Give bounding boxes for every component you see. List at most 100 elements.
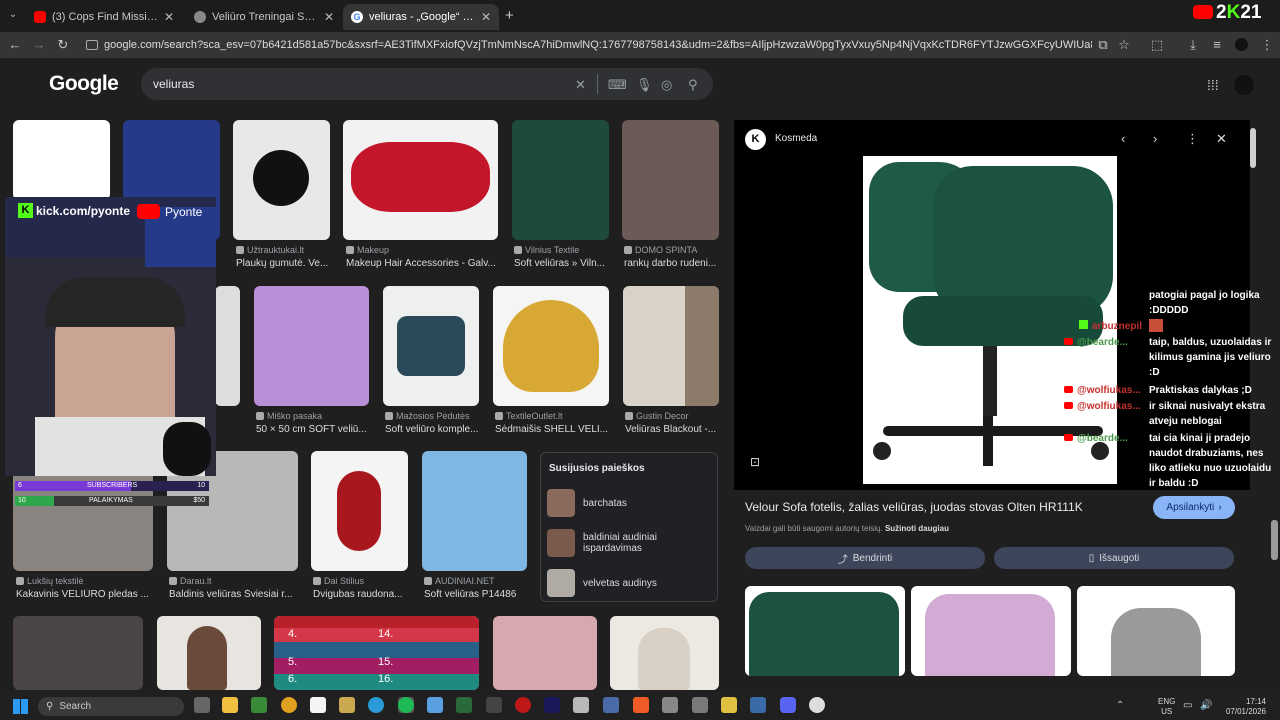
app-icon[interactable]: [603, 697, 619, 713]
discord-icon[interactable]: [780, 697, 796, 713]
microphone-icon[interactable]: 🎙: [636, 77, 653, 93]
notepad-icon[interactable]: [310, 697, 326, 713]
account-avatar[interactable]: [1234, 75, 1254, 95]
store-icon[interactable]: [251, 697, 267, 713]
media-control-icon[interactable]: ≡: [1208, 36, 1226, 54]
related-image[interactable]: [745, 586, 905, 676]
app-icon[interactable]: [692, 697, 708, 713]
windows-start-icon[interactable]: [13, 699, 28, 714]
download-icon[interactable]: ⤓: [1184, 36, 1202, 54]
bookmark-star-icon[interactable]: ☆: [1115, 36, 1133, 54]
image-result[interactable]: [493, 616, 597, 690]
more-options-icon[interactable]: ⋮: [1186, 131, 1199, 147]
reload-icon[interactable]: ↻: [54, 36, 72, 54]
related-item[interactable]: barchatas: [547, 488, 717, 518]
clock[interactable]: 17:14 07/01/2026: [1220, 697, 1266, 717]
related-item[interactable]: velvetas audinys: [547, 568, 717, 598]
result-caption[interactable]: Soft veliūro komple...: [385, 424, 480, 435]
image-result[interactable]: [13, 616, 143, 690]
app-icon[interactable]: [573, 697, 589, 713]
address-bar[interactable]: google.com/search?sca_esv=07b6421d581a57…: [82, 34, 1092, 56]
app-icon[interactable]: [427, 697, 443, 713]
forward-icon[interactable]: →: [30, 36, 48, 54]
image-result-partial[interactable]: [13, 120, 110, 200]
extensions-icon[interactable]: ⬚: [1148, 36, 1166, 54]
app-icon[interactable]: [486, 697, 502, 713]
result-caption[interactable]: rankų darbo rudeni...: [624, 258, 719, 269]
result-caption[interactable]: Soft veliūras » Viln...: [514, 258, 609, 269]
task-view-icon[interactable]: [194, 697, 210, 713]
image-result[interactable]: [254, 286, 369, 406]
app-icon[interactable]: [750, 697, 766, 713]
result-caption[interactable]: Soft veliūras P14486: [424, 589, 529, 600]
app-icon[interactable]: [515, 697, 531, 713]
premiere-icon[interactable]: [544, 697, 560, 713]
app-icon[interactable]: [721, 697, 737, 713]
tab-google-search[interactable]: G veliuras - „Google“ paieška ✕: [343, 4, 499, 30]
apps-grid-icon[interactable]: ⁞⁞⁞: [1207, 77, 1219, 93]
close-panel-icon[interactable]: ✕: [1216, 131, 1227, 147]
result-caption[interactable]: Kakavinis VELIŪRO pledas ...: [16, 589, 156, 600]
related-image[interactable]: [911, 586, 1071, 676]
panel-title[interactable]: Velour Sofa fotelis, žalias veliūras, ju…: [745, 500, 1083, 514]
menu-icon[interactable]: ⋮: [1258, 36, 1276, 54]
image-result[interactable]: [383, 286, 479, 406]
google-logo[interactable]: Google: [49, 72, 119, 96]
next-icon[interactable]: ›: [1153, 131, 1157, 146]
result-caption[interactable]: Veliūras Blackout -...: [625, 424, 720, 435]
app-icon[interactable]: [339, 697, 355, 713]
keyboard-icon[interactable]: ⌨: [608, 77, 627, 93]
image-result[interactable]: [610, 616, 719, 690]
close-icon[interactable]: ✕: [481, 10, 491, 24]
result-caption[interactable]: Dvigubas raudona...: [313, 589, 408, 600]
related-image[interactable]: [1077, 586, 1235, 676]
result-caption[interactable]: Makeup Hair Accessories - Galv...: [346, 258, 496, 269]
language-indicator[interactable]: ENG US: [1158, 697, 1175, 717]
panel-scrollbar[interactable]: [1250, 128, 1256, 168]
close-icon[interactable]: ✕: [164, 10, 174, 24]
result-caption[interactable]: Baldinis veliūras Šviesiai r...: [169, 589, 299, 600]
previous-icon[interactable]: ‹: [1121, 131, 1125, 146]
brave-icon[interactable]: [633, 697, 649, 713]
image-result[interactable]: [311, 451, 408, 571]
lens-icon[interactable]: ◎: [661, 77, 672, 93]
image-result[interactable]: [233, 120, 330, 240]
profile-avatar[interactable]: [1235, 38, 1248, 51]
search-input[interactable]: veliuras: [141, 68, 713, 100]
search-icon[interactable]: ⚲: [688, 77, 698, 93]
network-icon[interactable]: ▭: [1183, 700, 1192, 711]
app-icon[interactable]: [809, 697, 825, 713]
panel-site-name[interactable]: Kosmeda: [775, 133, 817, 144]
image-result-fabric-stack[interactable]: 4. 14. 5. 15. 6. 16.: [274, 616, 479, 690]
image-result[interactable]: [623, 286, 719, 406]
image-result[interactable]: [622, 120, 719, 240]
translate-icon[interactable]: ⧉: [1094, 36, 1112, 54]
related-item[interactable]: baldiniai audiniai ispardavimas: [547, 528, 717, 558]
result-caption[interactable]: 50 × 50 cm SOFT veliū...: [256, 424, 371, 435]
app-icon[interactable]: [662, 697, 678, 713]
save-button[interactable]: ▯ Išsaugoti: [994, 547, 1234, 569]
result-caption[interactable]: Sėdmaišis SHELL VELI...: [495, 424, 610, 435]
volume-icon[interactable]: 🔊: [1200, 700, 1212, 711]
tab-list-button[interactable]: ⌄: [6, 9, 20, 23]
spotify-icon[interactable]: [398, 697, 414, 713]
image-result[interactable]: [343, 120, 498, 240]
back-icon[interactable]: ←: [6, 36, 24, 54]
file-explorer-icon[interactable]: [222, 697, 238, 713]
clear-icon[interactable]: ✕: [575, 77, 586, 93]
close-icon[interactable]: ✕: [324, 10, 334, 24]
taskbar-search[interactable]: ⚲ Search: [38, 697, 184, 716]
image-result[interactable]: [157, 616, 261, 690]
edge-icon[interactable]: [368, 697, 384, 713]
share-button[interactable]: ⤴ Bendrinti: [745, 547, 985, 569]
chrome-icon[interactable]: [281, 697, 297, 713]
learn-more-link[interactable]: Sužinoti daugiau: [885, 524, 949, 533]
result-caption[interactable]: Plaukų gumutė. Ve...: [236, 258, 331, 269]
page-scrollbar[interactable]: [1271, 520, 1278, 560]
image-result-partial[interactable]: [215, 286, 240, 406]
tab-veliuro-treningai[interactable]: Veliūro Treningai Su Užtrauktuk ✕: [186, 4, 342, 30]
image-result[interactable]: [422, 451, 527, 571]
image-result[interactable]: [493, 286, 609, 406]
new-tab-button[interactable]: +: [505, 7, 514, 24]
app-icon[interactable]: [456, 697, 472, 713]
